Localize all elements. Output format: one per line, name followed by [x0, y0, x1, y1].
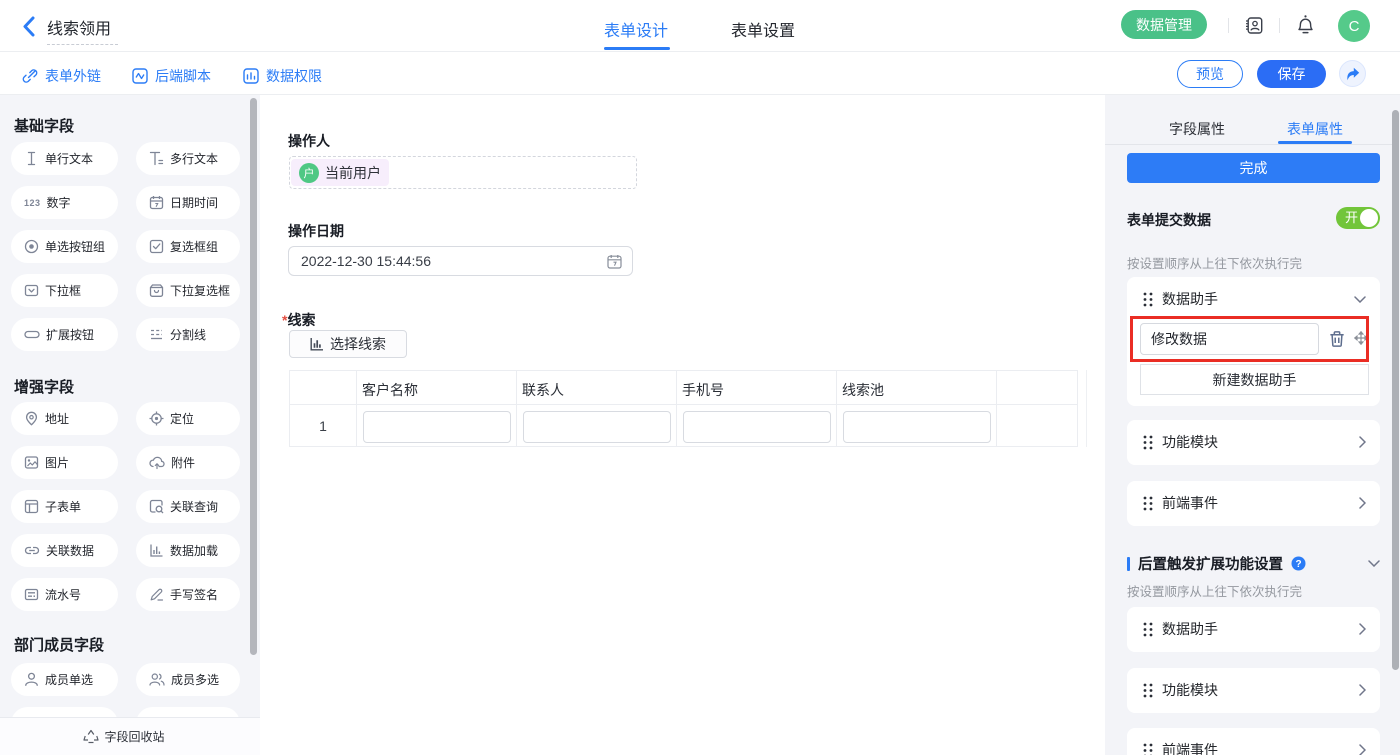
svg-text:?: ? — [1295, 559, 1301, 570]
